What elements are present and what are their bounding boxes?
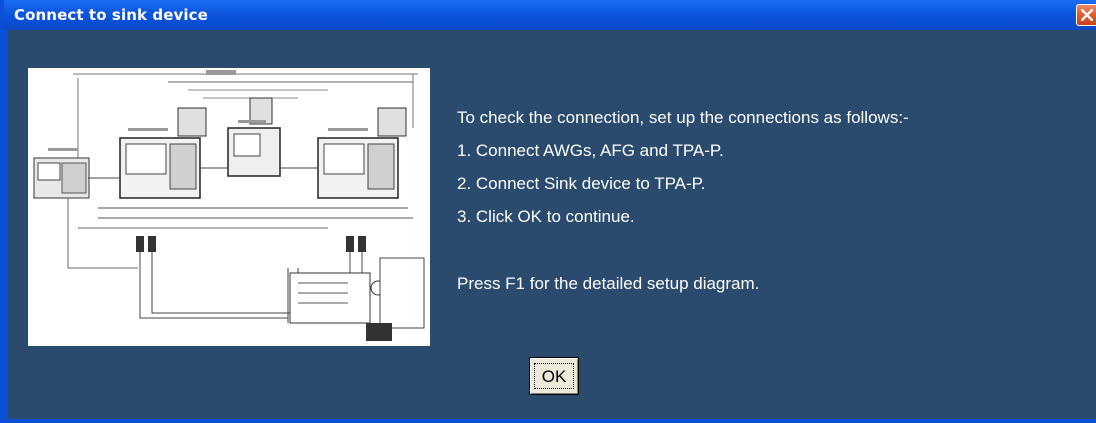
- help-hint: Press F1 for the detailed setup diagram.: [457, 274, 760, 293]
- dialog-window: Connect to sink device To check the conn…: [0, 0, 1096, 423]
- title-bar[interactable]: Connect to sink device: [4, 0, 1096, 30]
- close-button[interactable]: [1076, 4, 1096, 26]
- setup-diagram-image: [28, 68, 430, 346]
- setup-diagram-graphic: [28, 68, 430, 346]
- ok-button-label: OK: [534, 363, 574, 389]
- instruction-step-2: 2. Connect Sink device to TPA-P.: [457, 174, 706, 193]
- instructions-intro: To check the connection, set up the conn…: [457, 108, 909, 127]
- instruction-step-3: 3. Click OK to continue.: [457, 207, 635, 226]
- dialog-title: Connect to sink device: [14, 6, 208, 24]
- dialog-content: To check the connection, set up the conn…: [8, 30, 1096, 419]
- ok-button[interactable]: OK: [529, 357, 579, 395]
- instruction-step-1: 1. Connect AWGs, AFG and TPA-P.: [457, 141, 724, 160]
- close-icon: [1081, 9, 1093, 21]
